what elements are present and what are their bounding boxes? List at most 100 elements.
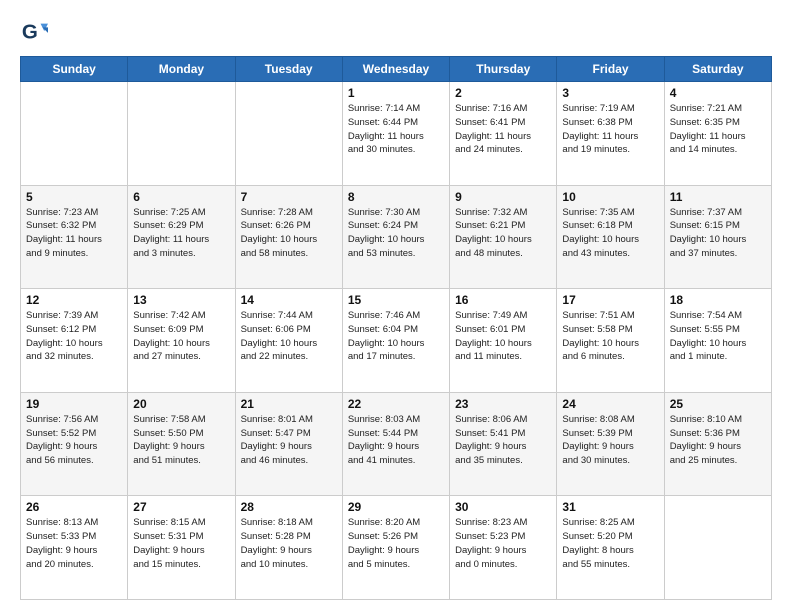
- cell-content: Sunrise: 7:14 AM Sunset: 6:44 PM Dayligh…: [348, 102, 444, 157]
- calendar-cell: 28 Sunrise: 8:18 AM Sunset: 5:28 PM Dayli…: [235, 496, 342, 600]
- logo: G: [20, 18, 52, 46]
- calendar-cell: 18Sunrise: 7:54 AM Sunset: 5:55 PM Dayli…: [664, 289, 771, 393]
- day-number: 22: [348, 397, 444, 411]
- calendar-week-row: 12 Sunrise: 7:39 AM Sunset: 6:12 PM Dayli…: [21, 289, 772, 393]
- day-header-friday: Friday: [557, 57, 664, 82]
- day-number: 9: [455, 190, 551, 204]
- day-number: 10: [562, 190, 658, 204]
- calendar-cell: 26Sunrise: 8:13 AM Sunset: 5:33 PM Dayli…: [21, 496, 128, 600]
- day-number: 13: [133, 293, 229, 307]
- calendar-cell: [235, 82, 342, 186]
- day-number: 11: [670, 190, 766, 204]
- cell-content: Sunrise: 8:10 AM Sunset: 5:36 PM Dayligh…: [670, 413, 766, 468]
- calendar-cell: [664, 496, 771, 600]
- cell-content: Sunrise: 8:20 AM Sunset: 5:26 PM Dayligh…: [348, 516, 444, 571]
- day-number: 25: [670, 397, 766, 411]
- calendar-cell: 3 Sunrise: 7:19 AM Sunset: 6:38 PM Daylig…: [557, 82, 664, 186]
- day-number: 12: [26, 293, 122, 307]
- calendar-cell: 25 Sunrise: 8:10 AM Sunset: 5:36 PM Dayli…: [664, 392, 771, 496]
- day-header-thursday: Thursday: [450, 57, 557, 82]
- day-number: 3: [562, 86, 658, 100]
- cell-content: Sunrise: 7:25 AM Sunset: 6:29 PM Dayligh…: [133, 206, 229, 261]
- cell-content: Sunrise: 7:21 AM Sunset: 6:35 PM Dayligh…: [670, 102, 766, 157]
- cell-content: Sunrise: 7:58 AM Sunset: 5:50 PM Dayligh…: [133, 413, 229, 468]
- cell-content: Sunrise: 8:08 AM Sunset: 5:39 PM Dayligh…: [562, 413, 658, 468]
- calendar-cell: 19 Sunrise: 7:56 AM Sunset: 5:52 PM Dayli…: [21, 392, 128, 496]
- svg-text:G: G: [22, 21, 38, 44]
- day-number: 27: [133, 500, 229, 514]
- day-header-saturday: Saturday: [664, 57, 771, 82]
- cell-content: Sunrise: 7:23 AM Sunset: 6:32 PM Dayligh…: [26, 206, 122, 261]
- day-number: 24: [562, 397, 658, 411]
- calendar-cell: 8 Sunrise: 7:30 AM Sunset: 6:24 PM Daylig…: [342, 185, 449, 289]
- day-number: 8: [348, 190, 444, 204]
- calendar-cell: 17 Sunrise: 7:51 AM Sunset: 5:58 PM Dayli…: [557, 289, 664, 393]
- day-number: 15: [348, 293, 444, 307]
- day-number: 21: [241, 397, 337, 411]
- calendar-cell: 29 Sunrise: 8:20 AM Sunset: 5:26 PM Dayli…: [342, 496, 449, 600]
- calendar-cell: 12 Sunrise: 7:39 AM Sunset: 6:12 PM Dayli…: [21, 289, 128, 393]
- cell-content: Sunrise: 8:23 AM Sunset: 5:23 PM Dayligh…: [455, 516, 551, 571]
- day-number: 18: [670, 293, 766, 307]
- calendar-cell: [128, 82, 235, 186]
- cell-content: Sunrise: 7:51 AM Sunset: 5:58 PM Dayligh…: [562, 309, 658, 364]
- calendar-cell: 10 Sunrise: 7:35 AM Sunset: 6:18 PM Dayli…: [557, 185, 664, 289]
- cell-content: Sunrise: 7:37 AM Sunset: 6:15 PM Dayligh…: [670, 206, 766, 261]
- calendar-cell: 15 Sunrise: 7:46 AM Sunset: 6:04 PM Dayli…: [342, 289, 449, 393]
- calendar-header-row: SundayMondayTuesdayWednesdayThursdayFrid…: [21, 57, 772, 82]
- day-number: 20: [133, 397, 229, 411]
- calendar-cell: 6Sunrise: 7:25 AM Sunset: 6:29 PM Daylig…: [128, 185, 235, 289]
- calendar-cell: 11 Sunrise: 7:37 AM Sunset: 6:15 PM Dayli…: [664, 185, 771, 289]
- cell-content: Sunrise: 8:06 AM Sunset: 5:41 PM Dayligh…: [455, 413, 551, 468]
- calendar-week-row: 19 Sunrise: 7:56 AM Sunset: 5:52 PM Dayli…: [21, 392, 772, 496]
- day-number: 4: [670, 86, 766, 100]
- calendar-cell: 13 Sunrise: 7:42 AM Sunset: 6:09 PM Dayli…: [128, 289, 235, 393]
- cell-content: Sunrise: 8:25 AM Sunset: 5:20 PM Dayligh…: [562, 516, 658, 571]
- logo-icon: G: [20, 18, 48, 46]
- day-number: 17: [562, 293, 658, 307]
- cell-content: Sunrise: 7:49 AM Sunset: 6:01 PM Dayligh…: [455, 309, 551, 364]
- day-number: 30: [455, 500, 551, 514]
- day-number: 29: [348, 500, 444, 514]
- calendar-table: SundayMondayTuesdayWednesdayThursdayFrid…: [20, 56, 772, 600]
- calendar-cell: 1 Sunrise: 7:14 AM Sunset: 6:44 PM Daylig…: [342, 82, 449, 186]
- cell-content: Sunrise: 8:15 AM Sunset: 5:31 PM Dayligh…: [133, 516, 229, 571]
- cell-content: Sunrise: 7:35 AM Sunset: 6:18 PM Dayligh…: [562, 206, 658, 261]
- cell-content: Sunrise: 7:30 AM Sunset: 6:24 PM Dayligh…: [348, 206, 444, 261]
- day-header-monday: Monday: [128, 57, 235, 82]
- cell-content: Sunrise: 7:56 AM Sunset: 5:52 PM Dayligh…: [26, 413, 122, 468]
- day-number: 28: [241, 500, 337, 514]
- day-number: 16: [455, 293, 551, 307]
- calendar-cell: [21, 82, 128, 186]
- day-number: 7: [241, 190, 337, 204]
- day-number: 31: [562, 500, 658, 514]
- page-header: G: [20, 18, 772, 46]
- cell-content: Sunrise: 7:19 AM Sunset: 6:38 PM Dayligh…: [562, 102, 658, 157]
- cell-content: Sunrise: 8:01 AM Sunset: 5:47 PM Dayligh…: [241, 413, 337, 468]
- cell-content: Sunrise: 7:28 AM Sunset: 6:26 PM Dayligh…: [241, 206, 337, 261]
- day-header-tuesday: Tuesday: [235, 57, 342, 82]
- cell-content: Sunrise: 7:46 AM Sunset: 6:04 PM Dayligh…: [348, 309, 444, 364]
- day-number: 19: [26, 397, 122, 411]
- calendar-cell: 7 Sunrise: 7:28 AM Sunset: 6:26 PM Daylig…: [235, 185, 342, 289]
- day-number: 23: [455, 397, 551, 411]
- calendar-week-row: 1 Sunrise: 7:14 AM Sunset: 6:44 PM Daylig…: [21, 82, 772, 186]
- day-number: 1: [348, 86, 444, 100]
- day-header-sunday: Sunday: [21, 57, 128, 82]
- cell-content: Sunrise: 8:03 AM Sunset: 5:44 PM Dayligh…: [348, 413, 444, 468]
- day-number: 26: [26, 500, 122, 514]
- calendar-cell: 16 Sunrise: 7:49 AM Sunset: 6:01 PM Dayli…: [450, 289, 557, 393]
- cell-content: Sunrise: 7:32 AM Sunset: 6:21 PM Dayligh…: [455, 206, 551, 261]
- calendar-week-row: 26Sunrise: 8:13 AM Sunset: 5:33 PM Dayli…: [21, 496, 772, 600]
- calendar-cell: 20 Sunrise: 7:58 AM Sunset: 5:50 PM Dayli…: [128, 392, 235, 496]
- cell-content: Sunrise: 7:16 AM Sunset: 6:41 PM Dayligh…: [455, 102, 551, 157]
- calendar-cell: 27 Sunrise: 8:15 AM Sunset: 5:31 PM Dayli…: [128, 496, 235, 600]
- cell-content: Sunrise: 7:42 AM Sunset: 6:09 PM Dayligh…: [133, 309, 229, 364]
- cell-content: Sunrise: 8:18 AM Sunset: 5:28 PM Dayligh…: [241, 516, 337, 571]
- calendar-cell: 31 Sunrise: 8:25 AM Sunset: 5:20 PM Dayli…: [557, 496, 664, 600]
- calendar-cell: 4 Sunrise: 7:21 AM Sunset: 6:35 PM Daylig…: [664, 82, 771, 186]
- cell-content: Sunrise: 7:39 AM Sunset: 6:12 PM Dayligh…: [26, 309, 122, 364]
- day-number: 2: [455, 86, 551, 100]
- day-number: 14: [241, 293, 337, 307]
- day-header-wednesday: Wednesday: [342, 57, 449, 82]
